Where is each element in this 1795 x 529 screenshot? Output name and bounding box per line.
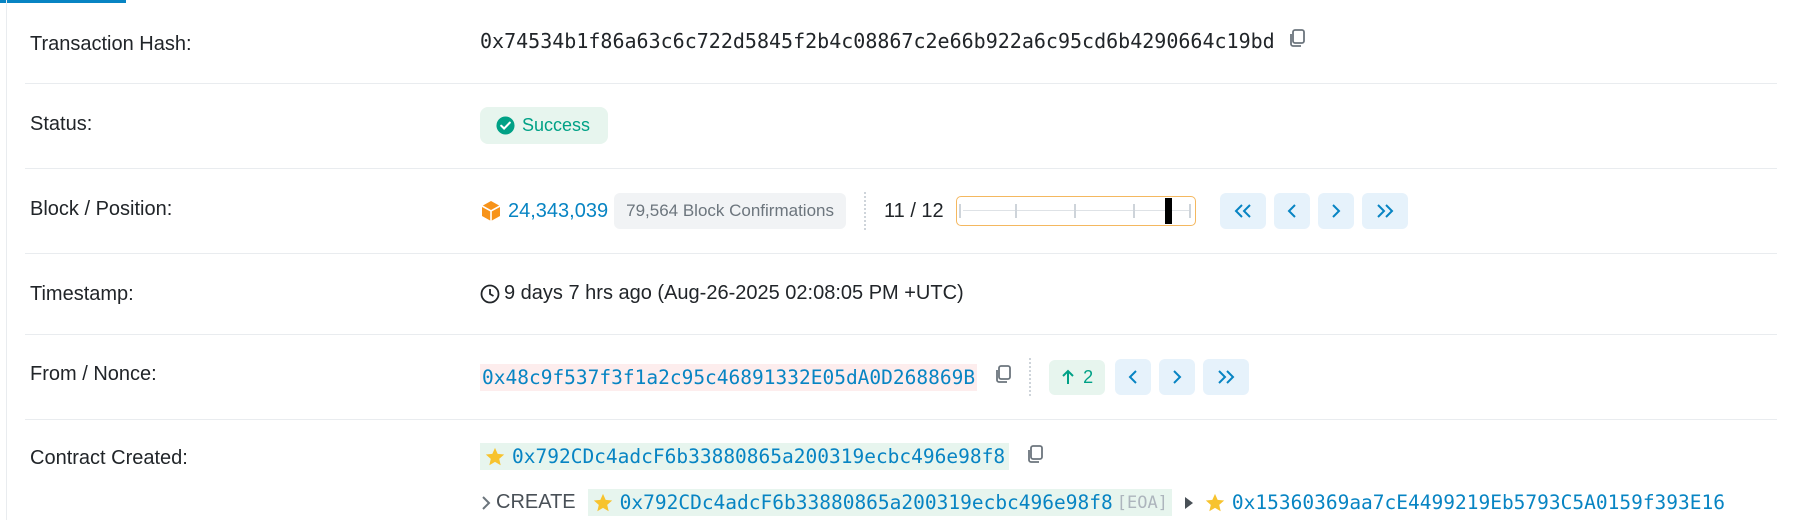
next-button[interactable]	[1317, 193, 1354, 229]
slider-tick	[958, 204, 961, 218]
transaction-hash-value-group: 0x74534b1f86a63c6c722d5845f2b4c08867c2e6…	[480, 28, 1307, 54]
status-value-group: Success	[480, 107, 609, 144]
trace-from-address-link[interactable]: 0x792CDc4adcF6b33880865a200319ecbc496e98…	[620, 491, 1113, 514]
position-slider[interactable]	[955, 196, 1196, 226]
slider-track	[962, 210, 1189, 211]
copy-icon[interactable]	[993, 364, 1013, 390]
slider-tick	[1188, 204, 1191, 218]
arrow-up-icon	[1061, 369, 1075, 385]
block-position-label: Block / Position:	[30, 198, 173, 220]
status-badge: Success	[480, 107, 609, 144]
transaction-details-card: Transaction Hash: 0x74534b1f86a63c6c722d…	[6, 0, 1795, 520]
contract-address-group: 0x792CDc4adcF6b33880865a200319ecbc496e98…	[480, 443, 1045, 470]
trace-to-address-link[interactable]: 0x15360369aa7cE4499219Eb5793C5A0159f393E…	[1232, 491, 1725, 514]
transaction-hash-label: Transaction Hash:	[30, 33, 192, 55]
block-position-text: 11 / 12	[884, 199, 944, 222]
nonce-next-button[interactable]	[1159, 359, 1196, 395]
internal-trace-group: CREATE 0x792CDc4adcF6b33880865a200319ecb…	[480, 489, 1725, 516]
chevron-right-icon	[1171, 369, 1183, 385]
from-nonce-value-group: 0x48c9f537f3f1a2c95c46891332E05dA0D26886…	[480, 358, 1257, 396]
row-transaction-hash: Transaction Hash: 0x74534b1f86a63c6c722d…	[25, 0, 1777, 84]
timestamp-label: Timestamp:	[30, 283, 134, 305]
slider-tick	[1073, 204, 1076, 218]
block-number-link[interactable]: 24,343,039	[508, 200, 608, 223]
eoa-tag: [EOA]	[1116, 492, 1168, 513]
transaction-hash-value: 0x74534b1f86a63c6c722d5845f2b4c08867c2e6…	[480, 29, 1275, 53]
row-block-position: Block / Position: 24,343,039 79,564 Bloc…	[25, 168, 1777, 254]
contract-address-highlight: 0x792CDc4adcF6b33880865a200319ecbc496e98…	[480, 443, 1010, 470]
double-chevron-right-icon	[1374, 203, 1396, 219]
check-circle-icon	[496, 116, 515, 135]
chevron-right-icon	[1330, 203, 1342, 219]
from-nonce-label: From / Nonce:	[30, 363, 157, 385]
contract-address-link[interactable]: 0x792CDc4adcF6b33880865a200319ecbc496e98…	[512, 445, 1005, 468]
slider-thumb[interactable]	[1165, 198, 1173, 224]
cube-icon	[480, 200, 502, 222]
star-icon	[592, 492, 614, 514]
timestamp-value: 9 days 7 hrs ago (Aug-26-2025 02:08:05 P…	[504, 282, 964, 304]
nonce-badge: 2	[1049, 359, 1106, 395]
trace-action: CREATE	[496, 491, 576, 513]
prev-button[interactable]	[1273, 193, 1310, 229]
chevron-left-icon	[1127, 369, 1139, 385]
nonce-prev-button[interactable]	[1115, 359, 1152, 395]
separator	[1029, 358, 1032, 396]
status-label: Status:	[30, 113, 93, 135]
nonce-last-button[interactable]	[1203, 359, 1250, 395]
row-status: Status: Success	[25, 83, 1777, 169]
chevron-right-icon[interactable]	[480, 495, 492, 511]
first-button[interactable]	[1219, 193, 1266, 229]
nonce-value: 2	[1083, 366, 1094, 387]
timestamp-value-group: 9 days 7 hrs ago (Aug-26-2025 02:08:05 P…	[480, 282, 964, 305]
slider-tick	[1014, 204, 1017, 218]
caret-right-icon	[1184, 496, 1194, 510]
trace-from-highlight: 0x792CDc4adcF6b33880865a200319ecbc496e98…	[587, 489, 1172, 516]
copy-icon[interactable]	[1025, 444, 1045, 470]
star-icon	[484, 446, 506, 468]
copy-icon[interactable]	[1287, 28, 1307, 54]
slider-tick	[1132, 204, 1135, 218]
row-contract-created: Contract Created: 0x792CDc4adcF6b3388086…	[25, 419, 1777, 529]
double-chevron-left-icon	[1232, 203, 1254, 219]
last-button[interactable]	[1361, 193, 1408, 229]
row-from-nonce: From / Nonce: 0x48c9f537f3f1a2c95c468913…	[25, 334, 1777, 420]
separator	[864, 192, 866, 230]
clock-icon	[480, 284, 500, 304]
block-position-value-group: 24,343,039 79,564 Block Confirmations 11…	[480, 192, 1416, 230]
contract-created-label: Contract Created:	[30, 447, 188, 469]
chevron-left-icon	[1286, 203, 1298, 219]
from-address-link[interactable]: 0x48c9f537f3f1a2c95c46891332E05dA0D26886…	[480, 363, 978, 391]
double-chevron-right-icon	[1215, 369, 1237, 385]
star-icon	[1204, 492, 1226, 514]
block-confirmations-badge: 79,564 Block Confirmations	[614, 193, 846, 229]
row-timestamp: Timestamp: 9 days 7 hrs ago (Aug-26-2025…	[25, 253, 1777, 335]
status-text: Success	[522, 115, 591, 135]
